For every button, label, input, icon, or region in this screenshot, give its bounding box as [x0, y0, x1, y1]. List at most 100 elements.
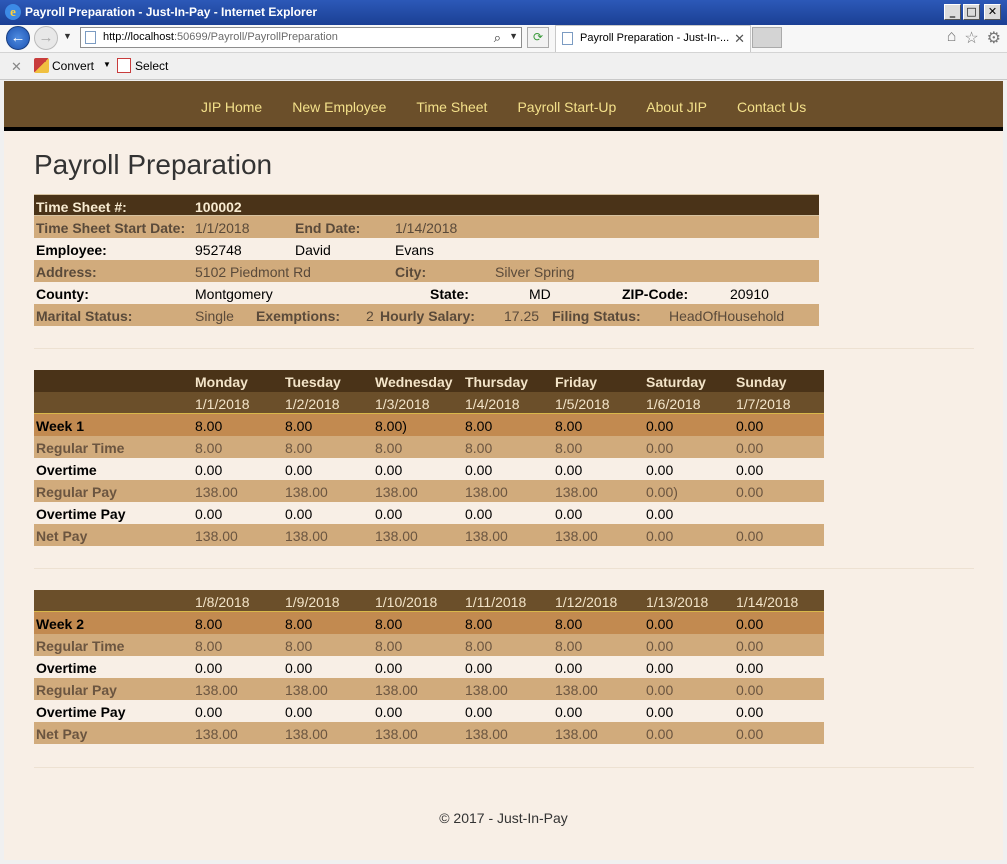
dates-row: 1/8/2018 1/9/2018 1/10/2018 1/11/2018 1/…: [34, 590, 824, 612]
history-dropdown-icon[interactable]: ▼: [63, 31, 72, 41]
value-cell: 8.00: [195, 616, 223, 632]
select-icon: [117, 58, 131, 73]
date-cell: 1/6/2018: [646, 396, 701, 412]
date-cell: 1/12/2018: [555, 594, 618, 610]
select-button[interactable]: Select: [135, 59, 168, 73]
value-cell: 0.00: [736, 484, 764, 500]
refresh-button[interactable]: ⟳: [527, 27, 549, 48]
value-cell: 0.00: [646, 682, 674, 698]
date-cell: 1/8/2018: [195, 594, 250, 610]
zip-label: ZIP-Code:: [622, 286, 689, 302]
employee-first-name: David: [295, 242, 331, 258]
url-path: :50699/Payroll/PayrollPreparation: [173, 31, 338, 43]
row-label: Overtime Pay: [36, 704, 126, 720]
nav-link-jip-home[interactable]: JIP Home: [201, 99, 262, 115]
day-header: Monday: [195, 374, 248, 390]
value-cell: 138.00: [195, 484, 238, 500]
address-dropdown-icon[interactable]: ▼: [509, 31, 518, 41]
value-cell: 0.00: [555, 660, 583, 676]
table-row: Week 1 8.00 8.00 8.00) 8.00 8.00 0.00 0.00: [34, 414, 824, 436]
value-cell: 0.00: [736, 440, 764, 456]
value-cell: 0.00): [646, 484, 678, 500]
date-cell: 1/1/2018: [195, 396, 250, 412]
home-icon[interactable]: ⌂: [947, 28, 957, 48]
hourly-salary-label: Hourly Salary:: [380, 308, 475, 324]
value-cell: 0.00: [375, 704, 403, 720]
value-cell: 0.00: [736, 616, 764, 632]
convert-button[interactable]: Convert: [52, 59, 94, 73]
value-cell: 0.00: [736, 462, 764, 478]
nav-link-about-jip[interactable]: About JIP: [646, 99, 707, 115]
settings-gear-icon[interactable]: ⚙: [987, 28, 1001, 48]
favorites-star-icon[interactable]: ☆: [964, 28, 978, 48]
value-cell: 0.00: [646, 704, 674, 720]
page-title: Payroll Preparation: [34, 149, 273, 180]
address-row: Address: 5102 Piedmont Rd City: Silver S…: [34, 260, 819, 282]
value-cell: 8.00): [375, 418, 407, 434]
timesheet-number: 100002: [195, 199, 242, 215]
value-cell: 138.00: [555, 726, 598, 742]
hourly-salary: 17.25: [504, 308, 540, 324]
value-cell: 0.00: [736, 418, 764, 434]
value-cell: 138.00: [375, 726, 418, 742]
row-label: Week 2: [36, 616, 84, 632]
new-tab-button[interactable]: [752, 27, 782, 48]
value-cell: 138.00: [555, 682, 598, 698]
value-cell: 0.00: [285, 660, 313, 676]
minimize-button[interactable]: _: [944, 4, 961, 20]
maximize-button[interactable]: □: [963, 4, 980, 20]
divider: [34, 767, 974, 768]
value-cell: 0.00: [375, 462, 403, 478]
value-cell: 138.00: [465, 726, 508, 742]
window-controls: _ □ ✕: [944, 4, 1001, 20]
nav-link-time-sheet[interactable]: Time Sheet: [416, 99, 487, 115]
back-button[interactable]: ←: [6, 26, 30, 50]
date-cell: 1/11/2018: [465, 594, 527, 610]
value-cell: 0.00: [646, 638, 674, 654]
value-cell: 0.00: [646, 462, 674, 478]
convert-dropdown-icon[interactable]: ▼: [103, 60, 111, 69]
table-row: Regular Time 8.00 8.00 8.00 8.00 8.00 0.00 0.00: [34, 436, 824, 458]
nav-link-new-employee[interactable]: New Employee: [292, 99, 386, 115]
address-bar[interactable]: http://localhost:50699/Payroll/PayrollPr…: [80, 27, 522, 48]
value-cell: 8.00: [195, 418, 223, 434]
value-cell: 138.00: [465, 528, 508, 544]
divider: [34, 348, 974, 349]
table-row: Regular Pay 138.00 138.00 138.00 138.00 138.0…: [34, 480, 824, 502]
tab-page-icon: [562, 32, 573, 45]
nav-link-contact-us[interactable]: Contact Us: [737, 99, 806, 115]
search-icon[interactable]: ⌕: [494, 30, 501, 46]
row-label: Overtime: [36, 660, 97, 676]
value-cell: 138.00: [555, 484, 598, 500]
address-url[interactable]: http://localhost:50699/Payroll/PayrollPr…: [103, 31, 338, 43]
main-content: Payroll Preparation Time Sheet #: 100002…: [34, 149, 974, 768]
value-cell: 0.00: [195, 506, 223, 522]
value-cell: 0.00: [736, 638, 764, 654]
value-cell: 8.00: [465, 638, 493, 654]
day-header: Tuesday: [285, 374, 341, 390]
marital-status: Single: [195, 308, 234, 324]
value-cell: 8.00: [285, 616, 313, 632]
end-date: 1/14/2018: [395, 220, 458, 236]
value-cell: 8.00: [555, 638, 583, 654]
value-cell: 8.00: [465, 440, 493, 456]
value-cell: 0.00: [736, 660, 764, 676]
value-cell: 0.00: [646, 528, 674, 544]
tab-close-icon[interactable]: ✕: [734, 31, 745, 47]
forward-button[interactable]: →: [34, 26, 58, 50]
day-header: Sunday: [736, 374, 787, 390]
nav-link-payroll-start-up[interactable]: Payroll Start-Up: [517, 99, 616, 115]
value-cell: 0.00: [465, 704, 493, 720]
timesheet-dates-row: Time Sheet Start Date: 1/1/2018 End Date…: [34, 216, 819, 238]
close-toolbar-icon[interactable]: ✕: [11, 59, 22, 75]
value-cell: 138.00: [195, 528, 238, 544]
close-window-button[interactable]: ✕: [984, 4, 1001, 20]
browser-tab[interactable]: Payroll Preparation - Just-In-... ✕: [555, 25, 751, 52]
value-cell: 0.00: [555, 506, 583, 522]
address: 5102 Piedmont Rd: [195, 264, 311, 280]
window-title: Payroll Preparation - Just-In-Pay - Inte…: [25, 5, 318, 19]
value-cell: 0.00: [375, 506, 403, 522]
state: MD: [529, 286, 551, 302]
marital-status-label: Marital Status:: [36, 308, 133, 324]
ie-logo-icon: e: [5, 4, 21, 20]
